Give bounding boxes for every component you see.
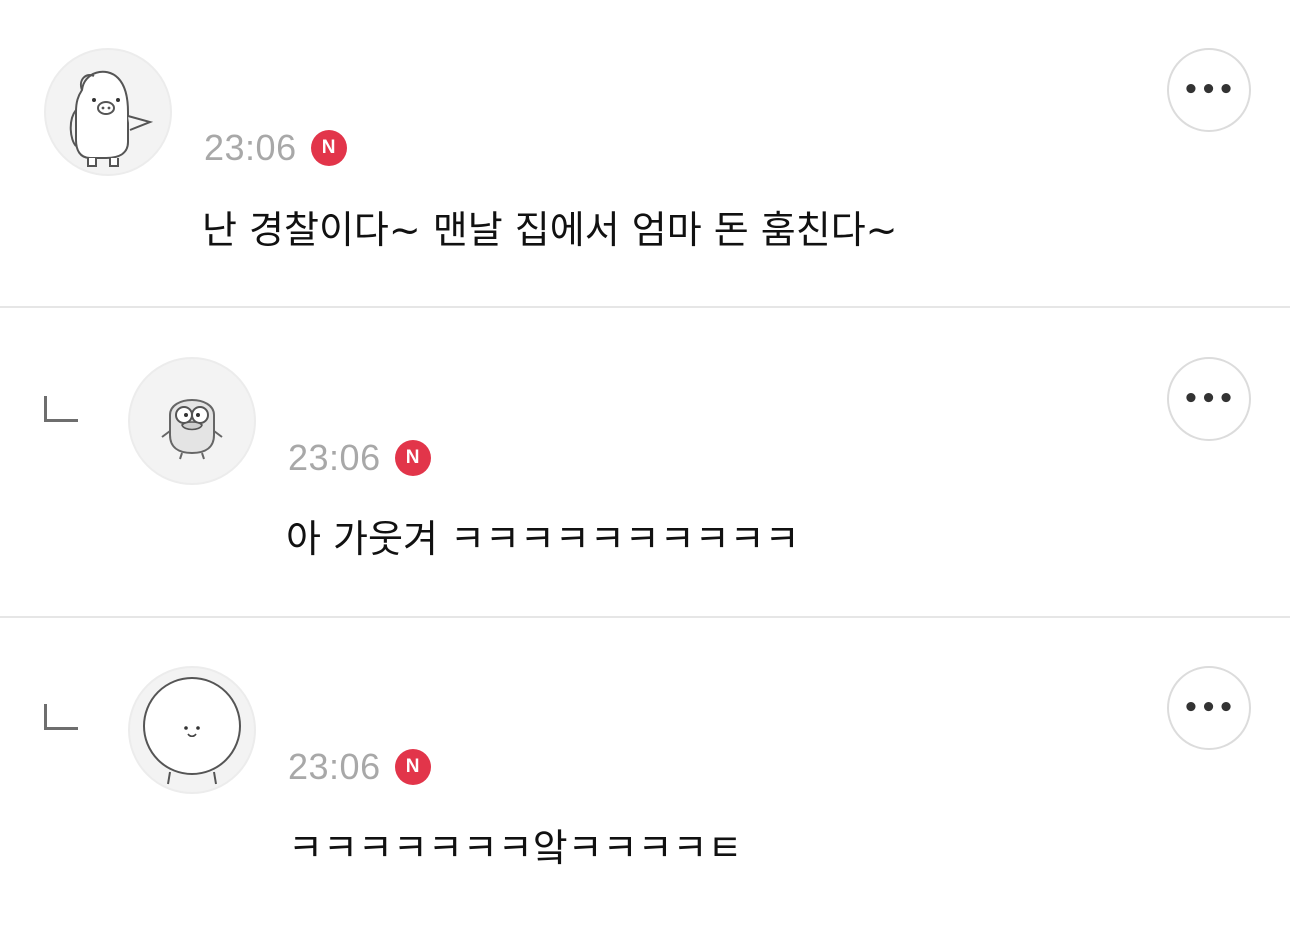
comment-item: 23:06 N ㅋㅋㅋㅋㅋㅋㅋ앜ㅋㅋㅋㅋㅌ •••	[0, 618, 1290, 943]
more-options-icon: •••	[1182, 384, 1236, 414]
comment-meta: 23:06 N	[288, 747, 431, 787]
comment-text: 아 가웃겨 ㅋㅋㅋㅋㅋㅋㅋㅋㅋㅋ	[286, 517, 800, 561]
comment-item: 23:06 N 아 가웃겨 ㅋㅋㅋㅋㅋㅋㅋㅋㅋㅋ •••	[0, 309, 1290, 616]
comment-text: 난 경찰이다~ 맨날 집에서 엄마 돈 훔친다~	[202, 208, 898, 252]
more-options-button[interactable]: •••	[1167, 357, 1251, 441]
pig-character-icon	[69, 70, 154, 167]
duck-character-icon	[161, 399, 223, 460]
avatar[interactable]	[128, 666, 256, 794]
divider	[0, 306, 1290, 308]
comment-meta: 23:06 N	[204, 128, 347, 168]
more-options-button[interactable]: •••	[1167, 48, 1251, 132]
new-badge: N	[394, 440, 431, 476]
more-options-icon: •••	[1182, 75, 1236, 105]
reply-indicator-icon	[44, 396, 78, 422]
new-badge: N	[310, 130, 347, 166]
comment-meta: 23:06 N	[288, 438, 431, 478]
avatar[interactable]	[44, 48, 172, 176]
reply-indicator-icon	[44, 704, 78, 730]
more-options-icon: •••	[1182, 693, 1236, 723]
timestamp: 23:06	[204, 127, 297, 168]
comment-text: ㅋㅋㅋㅋㅋㅋㅋ앜ㅋㅋㅋㅋㅌ	[288, 826, 743, 870]
round-face-character-icon	[143, 677, 241, 785]
avatar[interactable]	[128, 357, 256, 485]
comment-item: 23:06 N 난 경찰이다~ 맨날 집에서 엄마 돈 훔친다~ •••	[0, 0, 1290, 307]
timestamp: 23:06	[288, 437, 381, 478]
timestamp: 23:06	[288, 746, 381, 787]
new-badge: N	[394, 749, 431, 785]
more-options-button[interactable]: •••	[1167, 666, 1251, 750]
